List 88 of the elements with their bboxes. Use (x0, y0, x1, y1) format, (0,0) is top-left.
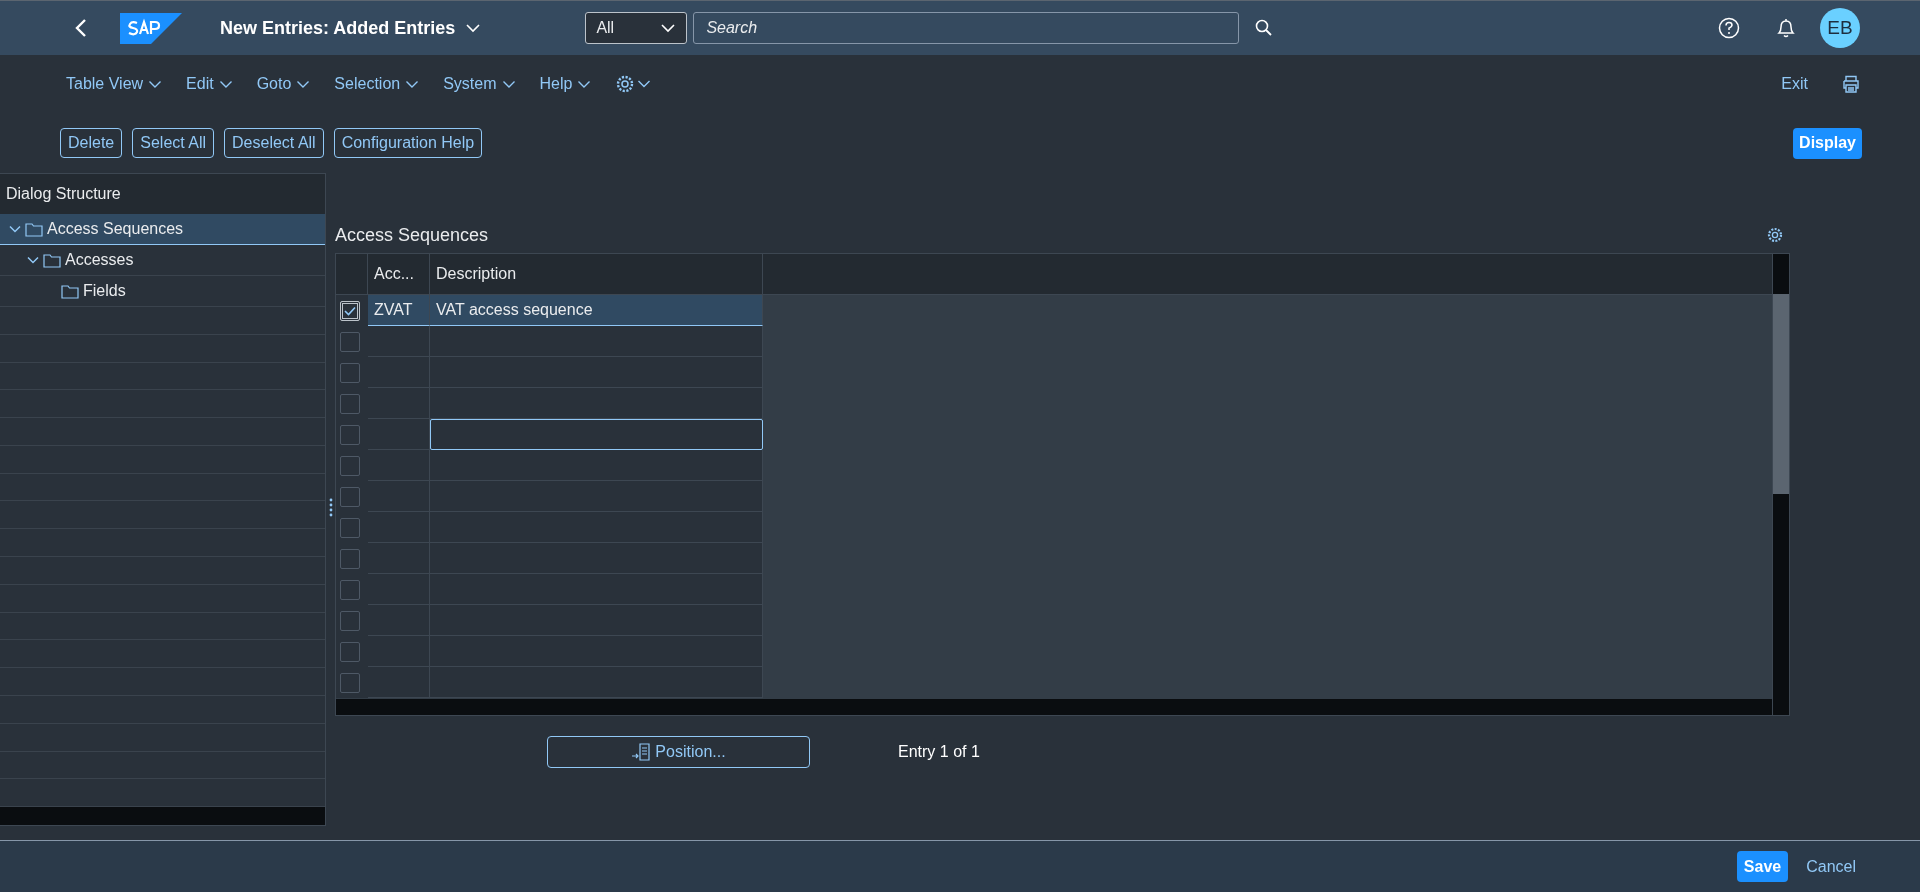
row-checkbox[interactable] (340, 486, 360, 507)
table-cell[interactable] (368, 605, 430, 636)
table-cell[interactable] (368, 543, 430, 574)
search-icon[interactable] (1255, 19, 1274, 37)
table-cell[interactable] (430, 450, 763, 481)
toolbar-button[interactable]: Delete (60, 128, 123, 158)
table-cell[interactable] (368, 574, 430, 605)
table-cell[interactable] (430, 419, 763, 450)
toolbar-button[interactable]: Configuration Help (333, 128, 483, 158)
row-checkbox[interactable] (340, 641, 360, 662)
caret-icon (296, 79, 311, 89)
table-cell[interactable] (368, 667, 430, 698)
table-cell[interactable] (368, 326, 430, 357)
row-checkbox[interactable] (340, 300, 360, 321)
horizontal-scrollbar[interactable] (0, 807, 325, 826)
table-cell[interactable] (368, 388, 430, 419)
table-cell[interactable] (430, 357, 763, 388)
search-scope-select[interactable]: All (585, 12, 688, 44)
table-cell[interactable] (368, 481, 430, 512)
table-cell[interactable] (430, 388, 763, 419)
column-header[interactable]: Description (430, 254, 763, 294)
table-cell[interactable] (430, 574, 763, 605)
table-cell[interactable] (430, 481, 763, 512)
table-cell[interactable] (368, 636, 430, 667)
folder-icon (43, 252, 61, 268)
table-cell[interactable] (430, 326, 763, 357)
table-cell[interactable]: ZVAT (368, 295, 430, 326)
checkmark-icon (344, 305, 356, 316)
menu-item[interactable]: Table View (66, 75, 163, 93)
app-title[interactable]: New Entries: Added Entries (220, 17, 482, 39)
table-cell[interactable] (430, 636, 763, 667)
menu-item[interactable]: Edit (186, 75, 233, 93)
row-checkbox[interactable] (340, 393, 360, 414)
menu-item[interactable]: Selection (334, 75, 420, 93)
menu-item[interactable]: System (443, 75, 516, 93)
table-cell[interactable] (368, 450, 430, 481)
row-checkbox[interactable] (340, 455, 360, 476)
caret-icon (577, 79, 592, 89)
caret-icon (148, 79, 163, 89)
row-checkbox[interactable] (340, 424, 360, 445)
logo-icon (120, 12, 182, 44)
table-cell[interactable] (368, 357, 430, 388)
entry-count: Entry 1 of 1 (898, 743, 980, 761)
exit-link[interactable]: Exit (1781, 75, 1808, 93)
back-button[interactable] (74, 18, 88, 38)
menu-item[interactable]: Goto (256, 75, 311, 93)
caret-icon (405, 79, 420, 89)
caret-icon (465, 23, 482, 33)
help-icon[interactable] (1718, 17, 1740, 39)
folder-icon (25, 221, 43, 237)
row-checkbox[interactable] (340, 548, 360, 569)
row-checkbox[interactable] (340, 610, 360, 631)
position-button[interactable]: Position... (547, 736, 810, 768)
search-field[interactable]: Search (693, 12, 1240, 44)
vertical-scrollbar[interactable] (1772, 254, 1789, 715)
tree-item[interactable]: Access Sequences (0, 214, 325, 245)
settings-menu-icon[interactable] (615, 74, 652, 94)
table-cell[interactable] (430, 605, 763, 636)
toolbar-button[interactable]: Deselect All (224, 128, 324, 158)
table-cell[interactable] (430, 667, 763, 698)
print-icon[interactable] (1842, 75, 1860, 93)
caret-icon (501, 79, 516, 89)
toolbar-button[interactable]: Select All (132, 128, 215, 158)
column-header[interactable]: Acc... (368, 254, 430, 294)
row-checkbox[interactable] (340, 362, 360, 383)
folder-icon (61, 283, 79, 299)
tree-item[interactable]: Accesses (0, 245, 325, 276)
table-cell[interactable] (430, 543, 763, 574)
table-cell[interactable]: VAT access sequence (430, 295, 763, 326)
caret-icon (660, 23, 677, 33)
panel-title: Dialog Structure (0, 174, 325, 214)
row-checkbox[interactable] (340, 517, 360, 538)
splitter-handle-icon[interactable] (328, 496, 333, 517)
notification-bell-icon[interactable] (1776, 17, 1796, 39)
row-checkbox[interactable] (340, 331, 360, 352)
horizontal-scrollbar[interactable] (336, 699, 1772, 715)
tree-item[interactable]: Fields (0, 276, 325, 307)
user-avatar[interactable]: EB (1820, 8, 1860, 48)
table-cell[interactable] (368, 512, 430, 543)
settings-icon[interactable] (1766, 226, 1784, 244)
row-checkbox[interactable] (340, 579, 360, 600)
caret-icon (218, 79, 233, 89)
menu-item[interactable]: Help (539, 75, 592, 93)
table-title: Access Sequences (335, 224, 489, 246)
row-checkbox[interactable] (340, 672, 360, 693)
table-cell[interactable] (368, 419, 430, 450)
cancel-button[interactable]: Cancel (1806, 857, 1856, 876)
table-cell[interactable] (430, 512, 763, 543)
